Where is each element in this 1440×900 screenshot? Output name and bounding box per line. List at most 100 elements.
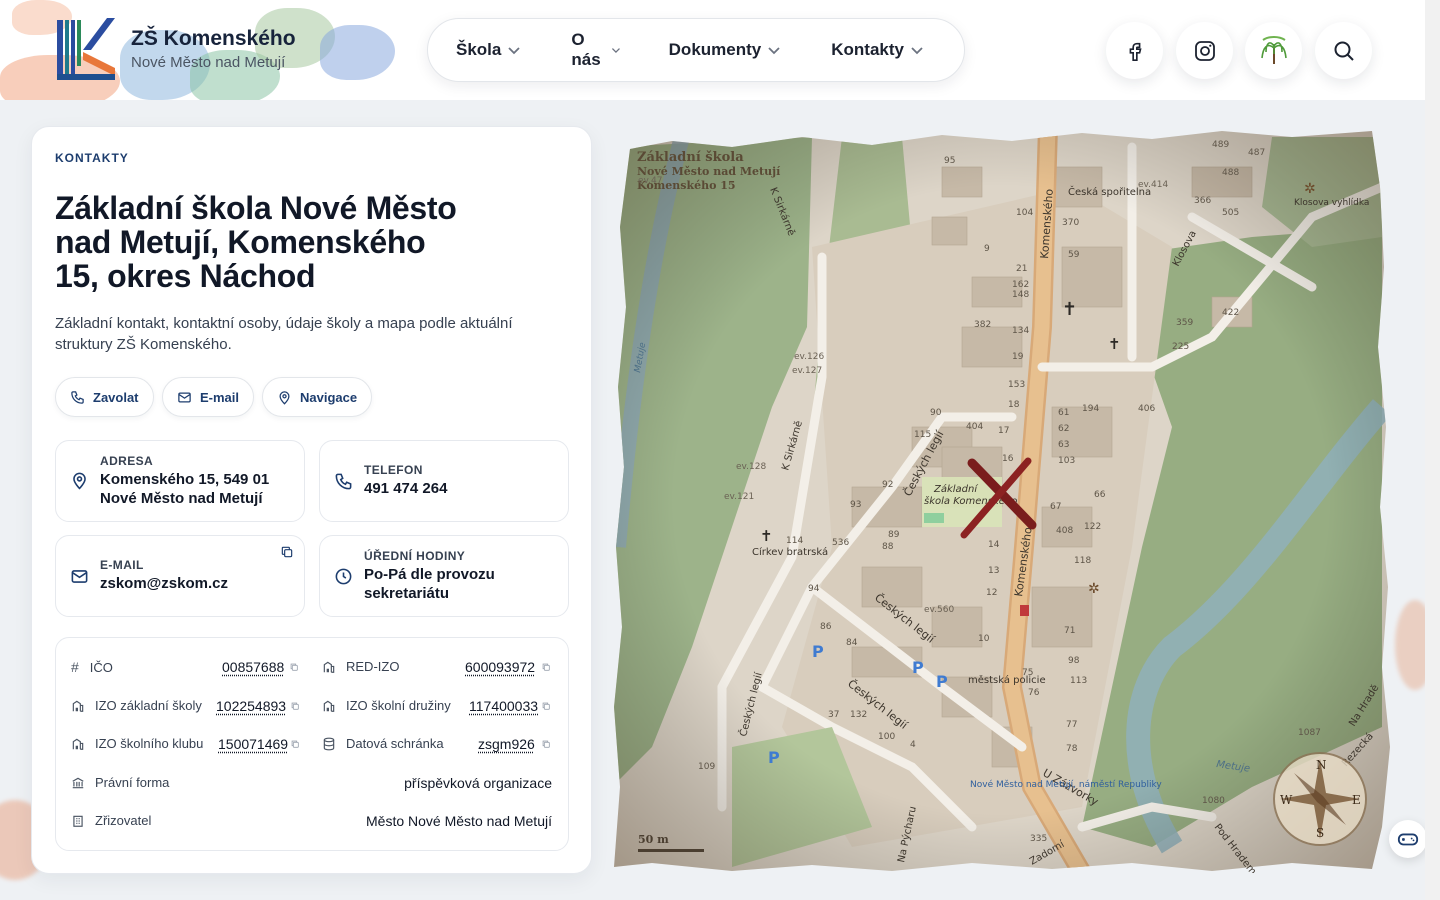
nav-o-nas[interactable]: O nás [571,30,620,70]
parking-icon: P [912,658,924,677]
willow-tree-icon [1260,35,1287,64]
email-value[interactable]: zskom@zskom.cz [100,574,300,593]
map-house-number: 61 [1058,408,1069,418]
izo-druzina-row: IZO školní družiny [322,698,451,713]
map-canvas[interactable]: Základní škola Nové Město nad Metují Kom… [612,127,1390,877]
map-house-number: 17 [998,426,1009,436]
redizo-row: RED-IZO [322,659,399,674]
call-button-label: Zavolat [93,389,139,405]
building-icon [323,700,335,712]
instagram-icon [1194,40,1215,61]
school-logo[interactable] [57,18,115,82]
page-scrollbar[interactable] [1425,0,1440,900]
zrizovatel-row: Zřizovatel [71,813,151,828]
map-house-number: 132 [850,710,867,720]
map-house-number: 406 [1138,404,1155,414]
database-icon [323,737,335,750]
map-house-number: 75 [1022,668,1033,678]
copy-icon[interactable] [541,739,551,749]
map-legend-title: Základní škola [637,150,744,165]
copy-icon[interactable] [290,739,300,749]
map-house-number: 90 [930,408,942,418]
copy-icon[interactable] [541,701,551,711]
willow-tree-button[interactable] [1245,22,1302,79]
church-icon: ✝ [760,527,773,545]
navigate-button-label: Navigace [300,389,358,405]
izo-druzina-label: IZO školní družiny [346,698,451,713]
map-house-number: 63 [1058,440,1069,450]
map-house-number: 148 [1012,290,1029,300]
school-map[interactable]: Základní škola Nové Město nad Metují Kom… [612,127,1390,877]
map-house-number: 59 [1068,250,1080,260]
parking-icon: P [936,672,948,691]
izo-zs-value[interactable]: 102254893 [216,698,286,714]
map-house-number: 94 [808,584,820,594]
mail-icon [178,392,191,402]
facebook-icon [1129,42,1142,61]
zrizovatel-label: Zřizovatel [95,813,152,828]
map-elevation: ev.414 [1138,180,1168,190]
copy-icon[interactable] [280,545,294,559]
game-button[interactable] [1389,820,1427,858]
compass-rose-icon: N W E S [1273,752,1367,846]
ico-value[interactable]: 00857688 [222,659,284,675]
contact-card: KONTAKTY Základní škola Nové Město nad M… [31,126,592,874]
hours-label: ÚŘEDNÍ HODINY [364,549,466,563]
map-house-number: 118 [1074,556,1091,566]
page-title: Základní škola Nové Město nad Metují, Ko… [55,190,457,294]
hours-line2: sekretariátu [364,585,450,602]
pravni-label: Právní forma [95,775,170,790]
copy-icon[interactable] [290,701,300,711]
datova-value[interactable]: zsgm926 [478,736,535,752]
main-nav: Škola O nás Dokumenty Kontakty [427,18,965,82]
chevron-down-icon [768,47,780,55]
map-house-number: 359 [1176,318,1193,328]
map-house-number: 115 [914,430,931,440]
nav-dokumenty-label: Dokumenty [668,40,762,59]
nav-kontakty[interactable]: Kontakty [831,40,924,60]
phone-value[interactable]: 491 474 264 [364,479,564,498]
search-button[interactable] [1315,22,1372,79]
map-scale-bar [638,849,704,852]
map-pin-icon [73,472,86,490]
izo-zs-label: IZO základní školy [95,698,202,713]
map-house-number: 335 [1030,834,1047,844]
email-box[interactable]: E-MAIL zskom@zskom.cz [55,535,305,617]
section-eyebrow: KONTAKTY [55,151,129,165]
building-icon [72,700,84,712]
email-button[interactable]: E-mail [162,377,255,417]
instagram-button[interactable] [1176,22,1233,79]
phone-box[interactable]: TELEFON 491 474 264 [319,440,569,522]
map-house-number: 19 [1012,352,1024,362]
map-house-number: 100 [878,732,895,742]
izo-druzina-value[interactable]: 117400033 [469,698,538,714]
izo-klub-value[interactable]: 150071469 [218,736,288,752]
map-house-number: 488 [1222,168,1239,178]
izo-klub-row: IZO školního klubu [71,736,203,751]
chevron-down-icon [611,48,620,54]
nav-dokumenty[interactable]: Dokumenty [669,40,782,60]
map-elevation: ev.128 [736,462,766,472]
map-house-number: 16 [1002,454,1014,464]
map-house-number: 103 [1058,456,1075,466]
map-house-number: 21 [1016,264,1027,274]
copy-icon[interactable] [541,662,551,672]
map-house-number: 114 [786,536,803,546]
registry-box: # IČO 00857688 RED-IZO 600093972 IZO zák… [55,637,569,851]
nav-skola[interactable]: Škola [456,40,521,60]
map-house-number: 95 [944,156,955,166]
map-house-number: 194 [1082,404,1099,414]
map-house-number: 14 [988,540,1000,550]
copy-icon[interactable] [289,662,299,672]
redizo-value[interactable]: 600093972 [465,659,535,675]
navigate-button[interactable]: Navigace [262,377,373,417]
brand-name[interactable]: ZŠ Komenského [131,27,296,51]
map-house-number: 104 [1016,208,1033,218]
map-pin-icon [279,390,290,405]
map-place-klosova-vyhlidka: Klosova vyhlídka [1294,198,1369,208]
map-house-number: 18 [1008,400,1020,410]
nav-skola-label: Škola [456,40,502,59]
address-box: ADRESA Komenského 15, 549 01 Nové Město … [55,440,305,522]
facebook-button[interactable] [1106,22,1163,79]
call-button[interactable]: Zavolat [55,377,154,417]
